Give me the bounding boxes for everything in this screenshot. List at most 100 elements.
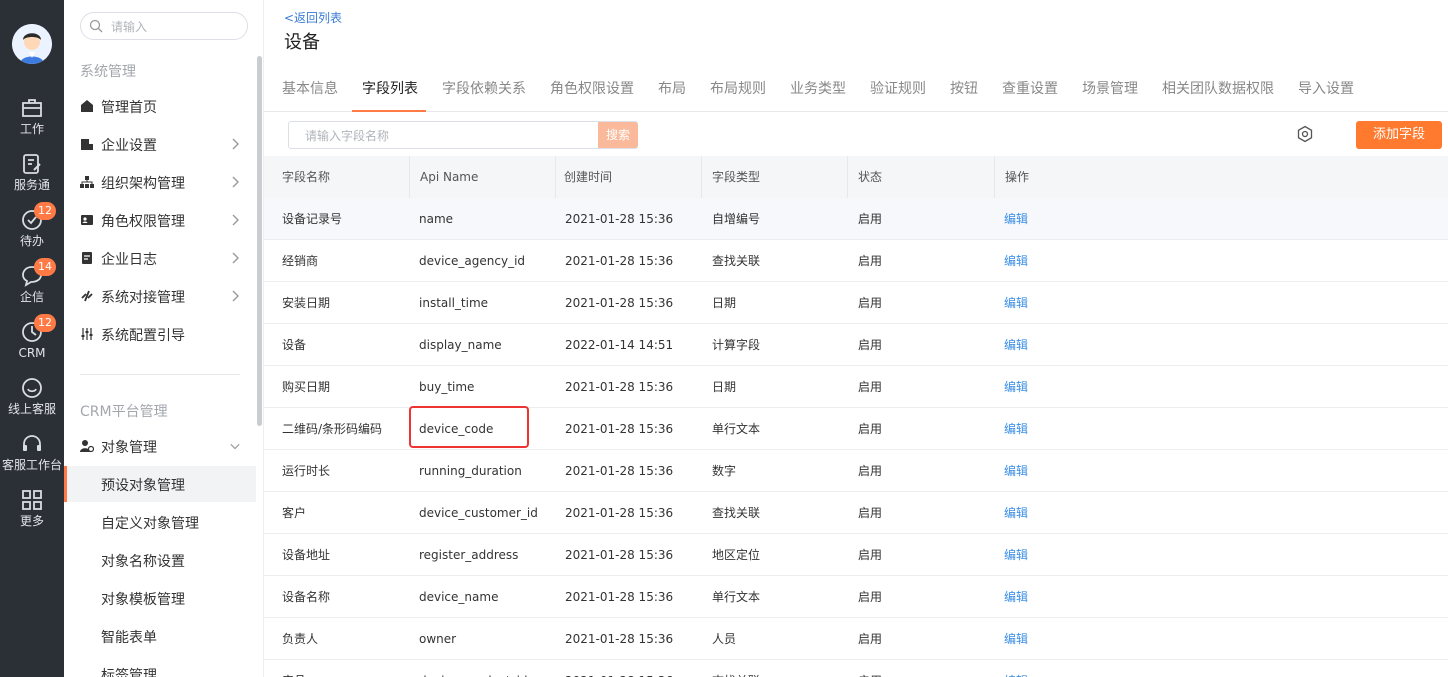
tab-scene-mgmt[interactable]: 场景管理 xyxy=(1082,78,1138,98)
rail-item-service[interactable]: 服务通 xyxy=(0,152,64,204)
rail-label: 待办 xyxy=(19,234,44,248)
cell-created-time: 2021-01-28 15:36 xyxy=(565,422,674,436)
edit-link[interactable]: 编辑 xyxy=(986,576,1028,618)
table-row: 运行时长 running_duration 2021-01-28 15:36 数字 启用… xyxy=(264,450,1448,492)
sidebar-subitem-smart-form[interactable]: 智能表单 xyxy=(64,618,256,654)
sidebar-item-org[interactable]: 组织架构管理 xyxy=(64,164,256,200)
sidebar-item-label: 系统配置引导 xyxy=(101,328,185,344)
cell-status: 启用 xyxy=(858,254,883,268)
add-field-button[interactable]: 添加字段 xyxy=(1356,121,1442,149)
sidebar-subitem-tags[interactable]: 标签管理 xyxy=(64,656,256,677)
edit-link[interactable]: 编辑 xyxy=(986,660,1028,677)
chevron-right-icon xyxy=(232,290,239,302)
rail-item-online-service[interactable]: 线上客服 xyxy=(0,376,64,428)
chevron-right-icon xyxy=(232,252,239,264)
col-api-name: Api Name xyxy=(410,156,556,198)
cell-field-name: 设备地址 xyxy=(282,548,331,562)
edit-link[interactable]: 编辑 xyxy=(986,408,1028,450)
rail-item-crm[interactable]: 12 CRM xyxy=(0,314,64,372)
search-icon xyxy=(89,19,103,33)
edit-link[interactable]: 编辑 xyxy=(986,366,1028,408)
edit-link[interactable]: 编辑 xyxy=(986,492,1028,534)
rail-item-work[interactable]: 工作 xyxy=(0,96,64,148)
edit-link[interactable]: 编辑 xyxy=(986,324,1028,366)
edit-link[interactable]: 编辑 xyxy=(986,618,1028,660)
main-content: <返回列表 设备 基本信息 字段列表 字段依赖关系 角色权限设置 布局 布局规则… xyxy=(264,0,1448,677)
table-row: 负责人 owner 2021-01-28 15:36 人员 启用 编辑 xyxy=(264,618,1448,660)
gear-icon[interactable] xyxy=(1296,125,1314,143)
tab-layout[interactable]: 布局 xyxy=(658,78,686,98)
chevron-down-icon xyxy=(230,443,240,450)
tab-duplicate-check[interactable]: 查重设置 xyxy=(1002,78,1058,98)
section-title-system: 系统管理 xyxy=(80,64,136,80)
sidebar-divider xyxy=(80,374,240,375)
tab-field-dependency[interactable]: 字段依赖关系 xyxy=(442,78,526,98)
section-title-crm: CRM平台管理 xyxy=(80,404,168,420)
tab-layout-rules[interactable]: 布局规则 xyxy=(710,78,766,98)
sidebar-subitem-object-name[interactable]: 对象名称设置 xyxy=(64,542,256,578)
sidebar-subitem-custom-object[interactable]: 自定义对象管理 xyxy=(64,504,256,540)
sidebar-scrollbar[interactable] xyxy=(257,56,262,426)
sidebar-subitem-label: 预设对象管理 xyxy=(101,478,185,494)
tab-business-type[interactable]: 业务类型 xyxy=(790,78,846,98)
sidebar-item-enterprise[interactable]: 企业设置 xyxy=(64,126,256,162)
cell-status: 启用 xyxy=(858,506,883,520)
sidebar-item-integration[interactable]: 系统对接管理 xyxy=(64,278,256,314)
cell-api-name: register_address xyxy=(419,548,519,562)
cell-status: 启用 xyxy=(858,464,883,478)
back-to-list-link[interactable]: <返回列表 xyxy=(284,9,342,26)
tab-team-data-permission[interactable]: 相关团队数据权限 xyxy=(1162,78,1274,98)
cell-status: 启用 xyxy=(858,632,883,646)
cell-field-name: 客户 xyxy=(282,506,307,520)
sidebar: 请输入 系统管理 管理首页 企业设置 组织架构管理 角色权限管理 企业日志 系统… xyxy=(64,0,264,677)
cell-field-type: 自增编号 xyxy=(712,212,761,226)
tab-role-permission[interactable]: 角色权限设置 xyxy=(550,78,634,98)
sidebar-search-input[interactable]: 请输入 xyxy=(80,12,248,40)
search-button[interactable]: 搜索 xyxy=(598,122,638,148)
sidebar-subitem-preset-object[interactable]: 预设对象管理 xyxy=(64,466,256,502)
page-title: 设备 xyxy=(284,32,320,53)
table-row: 购买日期 buy_time 2021-01-28 15:36 日期 启用 编辑 xyxy=(264,366,1448,408)
cell-field-name: 设备 xyxy=(282,338,307,352)
cell-created-time: 2021-01-28 15:36 xyxy=(565,212,674,226)
tab-field-list[interactable]: 字段列表 xyxy=(362,78,418,98)
cell-api-name: buy_time xyxy=(419,380,475,394)
rail-item-service-desk[interactable]: 客服工作台 xyxy=(0,432,64,484)
cell-field-type: 查找关联 xyxy=(694,660,760,677)
tab-basic-info[interactable]: 基本信息 xyxy=(282,78,338,98)
col-created-time: 创建时间 xyxy=(556,156,702,198)
tab-validation-rules[interactable]: 验证规则 xyxy=(870,78,926,98)
rail-item-more[interactable]: 更多 xyxy=(0,488,64,540)
cell-field-type: 计算字段 xyxy=(712,338,761,352)
cell-api-name: device_name xyxy=(419,590,499,604)
rail-item-chat[interactable]: 14 企信 xyxy=(0,258,64,316)
sidebar-item-home[interactable]: 管理首页 xyxy=(64,88,256,124)
sidebar-item-label: 角色权限管理 xyxy=(101,214,185,230)
edit-link[interactable]: 编辑 xyxy=(986,198,1028,240)
headset-icon xyxy=(23,435,41,451)
sidebar-item-label: 对象管理 xyxy=(101,440,157,456)
rail-item-todo[interactable]: 12 待办 xyxy=(0,202,64,260)
cell-field-name: 产品 xyxy=(264,660,306,677)
sidebar-item-object-mgmt[interactable]: 对象管理 xyxy=(64,428,256,464)
cell-created-time: 2021-01-28 15:36 xyxy=(547,660,673,677)
cell-status: 启用 xyxy=(858,338,883,352)
edit-link[interactable]: 编辑 xyxy=(986,450,1028,492)
cell-field-type: 查找关联 xyxy=(712,506,761,520)
edit-link[interactable]: 编辑 xyxy=(986,534,1028,576)
sidebar-item-log[interactable]: 企业日志 xyxy=(64,240,256,276)
sidebar-item-label: 系统对接管理 xyxy=(101,290,185,306)
tab-buttons[interactable]: 按钮 xyxy=(950,78,978,98)
sidebar-item-label: 企业设置 xyxy=(101,138,157,154)
enterprise-icon xyxy=(81,139,93,150)
rail-label: 工作 xyxy=(19,122,44,136)
sidebar-item-config-guide[interactable]: 系统配置引导 xyxy=(64,316,256,352)
sidebar-subitem-object-template[interactable]: 对象模板管理 xyxy=(64,580,256,616)
cell-status: 启用 xyxy=(858,548,883,562)
sidebar-item-role[interactable]: 角色权限管理 xyxy=(64,202,256,238)
tab-import-settings[interactable]: 导入设置 xyxy=(1298,78,1354,98)
edit-link[interactable]: 编辑 xyxy=(986,240,1028,282)
edit-link[interactable]: 编辑 xyxy=(986,282,1028,324)
field-search-input[interactable]: 请输入字段名称 xyxy=(288,121,638,149)
avatar[interactable] xyxy=(12,24,52,64)
